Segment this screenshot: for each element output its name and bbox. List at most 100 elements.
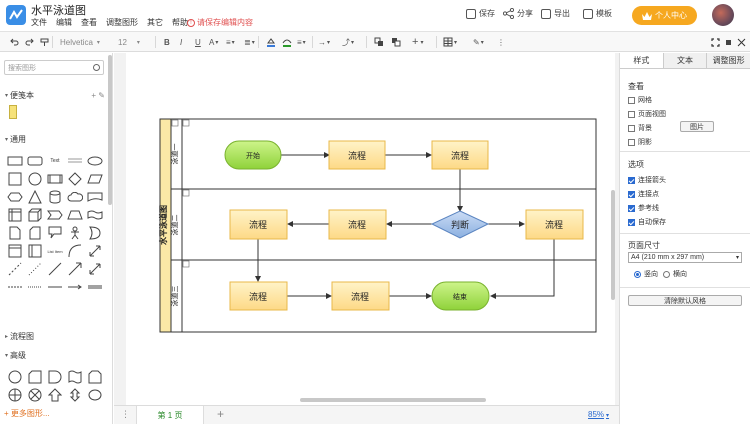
fit-page-icon[interactable]	[724, 36, 733, 48]
landscape-radio[interactable]: 横向	[663, 269, 687, 279]
guides-checkbox[interactable]: 参考线	[628, 203, 659, 213]
save-button[interactable]: 保存	[466, 8, 495, 19]
adv-card-shape[interactable]	[25, 369, 45, 385]
connection-points-checkbox[interactable]: 连接点	[628, 189, 659, 199]
more-toolbar-icon[interactable]: ⋮	[497, 36, 505, 48]
background-checkbox[interactable]: 背景	[628, 123, 652, 133]
font-family-select[interactable]: Helvetica ▾	[60, 36, 100, 48]
cylinder-shape[interactable]	[45, 189, 65, 205]
page-size-select[interactable]: A4 (210 mm x 297 mm) ▾	[628, 252, 742, 263]
internal-storage-shape[interactable]	[5, 207, 25, 223]
trapezoid-shape[interactable]	[65, 207, 85, 223]
personal-center-button[interactable]: 个人中心	[632, 6, 697, 25]
dotted-connector-shape[interactable]	[25, 279, 45, 295]
canvas-vertical-scrollbar[interactable]	[611, 190, 615, 300]
process-shape[interactable]	[45, 171, 65, 187]
sticky-note-shape[interactable]	[9, 105, 17, 119]
menu-file[interactable]: 文件	[31, 17, 47, 28]
reset-style-button[interactable]: 清除默认风格	[628, 295, 742, 306]
connect-arrows-checkbox[interactable]: 连接箭头	[628, 175, 666, 185]
rectangle-shape[interactable]	[5, 153, 25, 169]
diamond-shape[interactable]	[65, 171, 85, 187]
tab-text[interactable]: 文本	[662, 53, 707, 68]
menu-view[interactable]: 查看	[81, 17, 97, 28]
connector-style-icon[interactable]: → ▾	[318, 36, 330, 48]
template-button[interactable]: 模板	[583, 8, 612, 19]
section-flowchart[interactable]: ▸ 流程图	[0, 330, 113, 342]
or-shape[interactable]	[85, 225, 105, 241]
insert-icon[interactable]: + ▾	[412, 36, 423, 48]
menu-help[interactable]: 帮助	[172, 17, 188, 28]
adv-tape-shape[interactable]	[65, 369, 85, 385]
background-image-button[interactable]: 图片	[680, 121, 714, 132]
page-tab-1[interactable]: 第 1 页	[136, 406, 204, 424]
actor-shape[interactable]	[65, 225, 85, 241]
portrait-radio[interactable]: 竖向	[634, 269, 658, 279]
step-shape[interactable]	[45, 207, 65, 223]
adv-delay-shape[interactable]	[45, 369, 65, 385]
adv-circle-shape[interactable]	[5, 369, 25, 385]
bidirectional-arrow-shape[interactable]	[85, 243, 105, 259]
add-note-icon[interactable]: + ✎	[91, 91, 105, 100]
font-color-icon[interactable]: A ▾	[209, 36, 218, 48]
cloud-shape[interactable]	[65, 189, 85, 205]
canvas-area[interactable]: 水平泳道图 泳道一 泳道二 泳道三 开始 流程 流程 流程 流程 判断 流程 流…	[114, 53, 619, 405]
tab-adjust-shape[interactable]: 调整图形	[706, 53, 750, 68]
square-shape[interactable]	[5, 171, 25, 187]
section-advanced[interactable]: ▾ 高级	[0, 349, 113, 361]
undo-icon[interactable]	[10, 36, 19, 48]
table-icon[interactable]: ▾	[443, 36, 457, 48]
format-painter-icon[interactable]	[40, 36, 49, 48]
adv-loop-shape[interactable]	[85, 369, 105, 385]
fill-color-icon[interactable]	[266, 36, 276, 48]
link-connector-shape[interactable]	[85, 279, 105, 295]
waypoint-style-icon[interactable]: ⤴ ▾	[342, 36, 354, 48]
search-icon[interactable]	[93, 64, 100, 71]
redo-icon[interactable]	[25, 36, 34, 48]
cube-shape[interactable]	[25, 207, 45, 223]
note-shape[interactable]	[5, 225, 25, 241]
send-to-back-icon[interactable]	[391, 36, 401, 48]
adv-or-circle-shape[interactable]	[5, 387, 25, 403]
section-notes[interactable]: ▾ 便笺本 + ✎	[0, 89, 113, 101]
app-logo-icon[interactable]	[6, 5, 26, 25]
share-button[interactable]: 分享	[503, 8, 533, 19]
shadow-checkbox[interactable]: 阴影	[628, 137, 652, 147]
save-warning[interactable]: ! 请保存编辑内容	[187, 17, 253, 28]
page-view-checkbox[interactable]: 页面视图	[628, 109, 666, 119]
label-shape[interactable]: List Item	[45, 243, 65, 259]
shape-search-input[interactable]: 搜索图形	[4, 60, 104, 75]
italic-icon[interactable]: I	[180, 36, 182, 48]
menu-edit[interactable]: 编辑	[56, 17, 72, 28]
export-button[interactable]: 导出	[541, 8, 570, 19]
ellipse-shape[interactable]	[85, 153, 105, 169]
more-shapes-button[interactable]: + 更多图形...	[4, 408, 50, 419]
triangle-shape[interactable]	[25, 189, 45, 205]
dotted-line-shape[interactable]	[25, 261, 45, 277]
text-position-icon[interactable]: ≣ ▾	[244, 36, 255, 48]
line-shape[interactable]	[45, 261, 65, 277]
autosave-checkbox[interactable]: 自动保存	[628, 217, 666, 227]
parallelogram-shape[interactable]	[85, 171, 105, 187]
card-shape[interactable]	[25, 225, 45, 241]
dashed-line-shape[interactable]	[5, 261, 25, 277]
adv-cloud-shape[interactable]	[85, 387, 105, 403]
circle-shape[interactable]	[25, 171, 45, 187]
line-color-icon[interactable]	[282, 36, 292, 48]
adv-up-arrow-shape[interactable]	[45, 387, 65, 403]
canvas-horizontal-scrollbar[interactable]	[300, 398, 486, 402]
underline-icon[interactable]: U	[195, 36, 201, 48]
line-width-icon[interactable]: ≡ ▾	[297, 36, 306, 48]
textbox-shape[interactable]	[65, 153, 85, 169]
arrow-shape[interactable]	[65, 261, 85, 277]
connector-shape[interactable]	[45, 279, 65, 295]
list-shape[interactable]	[5, 243, 25, 259]
section-general[interactable]: ▾ 通用	[0, 133, 113, 145]
document-title[interactable]: 水平泳道图	[31, 2, 86, 18]
fullscreen-icon[interactable]	[711, 36, 720, 48]
adv-double-arrow-shape[interactable]	[65, 387, 85, 403]
adv-sum-circle-shape[interactable]	[25, 387, 45, 403]
bold-icon[interactable]: B	[164, 36, 170, 48]
double-arrow-shape[interactable]	[85, 261, 105, 277]
collapse-panel-icon[interactable]	[737, 36, 746, 48]
